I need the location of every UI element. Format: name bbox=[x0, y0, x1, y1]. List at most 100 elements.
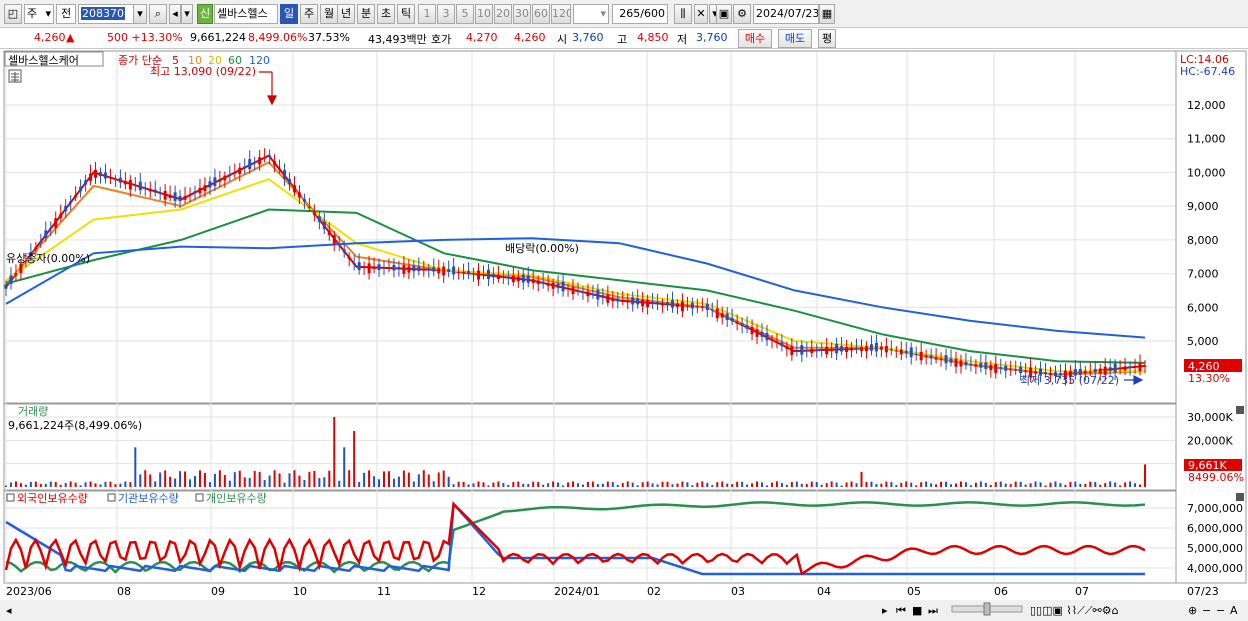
candle-body bbox=[840, 346, 844, 352]
crosshair-icon[interactable]: ✕ bbox=[694, 4, 708, 24]
volume-bar bbox=[139, 474, 142, 487]
interval-5[interactable]: 5 bbox=[456, 4, 474, 24]
volume-bar bbox=[44, 483, 47, 487]
volume-bar bbox=[387, 471, 390, 487]
zoom-out-icon[interactable]: − bbox=[1202, 604, 1211, 617]
candle-body bbox=[531, 279, 535, 283]
x-axis: 2023/06 08 09 10 11 12 2024/01 02 03 04 05 06 07 07/2… bbox=[6, 585, 1219, 598]
average-button[interactable]: 평 bbox=[818, 29, 836, 48]
zoom-in-icon[interactable]: ⊕ bbox=[1188, 604, 1197, 617]
candle-body bbox=[800, 345, 804, 355]
tab-minute[interactable]: 분 bbox=[357, 4, 375, 24]
candle-body bbox=[123, 180, 127, 185]
candle-body bbox=[1133, 366, 1137, 368]
tab-year[interactable]: 년 bbox=[337, 4, 355, 24]
tab-second[interactable]: 초 bbox=[377, 4, 395, 24]
candle-body bbox=[19, 263, 23, 274]
candle-body bbox=[651, 301, 655, 305]
calendar-icon[interactable]: ▦ bbox=[819, 4, 835, 24]
individual-legend: 개인보유수량 bbox=[206, 492, 267, 505]
candle-body bbox=[740, 323, 744, 327]
new-listing-badge[interactable]: 신 bbox=[197, 4, 213, 24]
stock-name-field[interactable]: 셀바스헬스 bbox=[214, 4, 278, 24]
search-icon[interactable]: ⌕ bbox=[149, 4, 167, 24]
volume-panel-close-icon[interactable] bbox=[1236, 406, 1244, 414]
chevron-down-icon[interactable]: ▾ bbox=[181, 4, 193, 24]
candle-body bbox=[641, 299, 645, 307]
institution-checkbox[interactable] bbox=[107, 493, 116, 502]
candle-body bbox=[412, 265, 416, 272]
prev-button[interactable]: 전 bbox=[56, 4, 76, 24]
candle-body bbox=[183, 195, 187, 200]
candle-body bbox=[163, 191, 167, 200]
volume-bar bbox=[174, 478, 177, 487]
tab-week[interactable]: 주 bbox=[300, 4, 318, 24]
first-page-icon[interactable]: ⏮ bbox=[896, 604, 906, 617]
holdings-panel-close-icon[interactable] bbox=[1236, 493, 1244, 501]
volume-bar bbox=[218, 470, 221, 487]
volume-bar bbox=[452, 484, 455, 487]
last-page-icon[interactable]: ⏭ bbox=[928, 604, 938, 617]
candle-body bbox=[869, 344, 873, 351]
volume-bar bbox=[870, 481, 873, 487]
candle-icon[interactable]: ⫼ bbox=[674, 4, 692, 24]
sell-button[interactable]: 매도 bbox=[778, 29, 812, 48]
price-tick-label: 12,000 bbox=[1187, 99, 1226, 112]
candle-body bbox=[954, 358, 958, 367]
candle-body bbox=[1088, 371, 1092, 373]
date-input[interactable]: 2024/07/23 bbox=[753, 4, 819, 24]
volume-bar bbox=[34, 481, 37, 487]
tab-month[interactable]: 월 bbox=[320, 4, 338, 24]
interval-30[interactable]: 30 bbox=[513, 4, 531, 24]
volume-bar bbox=[950, 484, 953, 487]
scroll-right-icon[interactable]: ▸ bbox=[882, 604, 888, 617]
candle-body bbox=[984, 362, 988, 370]
code-dropdown-icon[interactable]: ▾ bbox=[133, 4, 147, 24]
candle-body bbox=[422, 268, 426, 271]
speaker-icon[interactable]: ◂ bbox=[169, 4, 181, 24]
gear-icon[interactable]: ⚙ bbox=[733, 4, 751, 24]
candle-body bbox=[516, 277, 520, 282]
zoom-slider-handle[interactable] bbox=[983, 602, 991, 616]
volume-bar bbox=[472, 483, 475, 487]
tab-day[interactable]: 일 bbox=[280, 4, 298, 24]
stock-code-input[interactable]: 208370 bbox=[78, 4, 138, 24]
tab-tick[interactable]: 틱 bbox=[397, 4, 415, 24]
individual-checkbox[interactable] bbox=[195, 493, 204, 502]
price-change: 500 +13.30% bbox=[107, 31, 183, 44]
volume-bar bbox=[1144, 464, 1146, 487]
chart-canvas[interactable]: 셀바스헬스케어 종가 단순 5 10 20 60 120 최고 13,090 (… bbox=[0, 50, 1248, 621]
volume-ratio: 8,499.06% bbox=[248, 31, 308, 44]
buy-button[interactable]: 매수 bbox=[738, 29, 772, 48]
window-menu-icon[interactable]: ◰ bbox=[4, 4, 22, 24]
volume-bar bbox=[661, 481, 664, 487]
candle-body bbox=[805, 349, 809, 352]
tool-icons[interactable]: ▯▯◫▣ ⌇⌇⟋⟋⚯⚙⌂ bbox=[1030, 604, 1119, 617]
candle-body bbox=[850, 347, 854, 351]
interval-3[interactable]: 3 bbox=[437, 4, 455, 24]
interval-60[interactable]: 60 bbox=[532, 4, 550, 24]
holdings-tick-label: 6,000,000 bbox=[1187, 522, 1243, 535]
x-tick-label: 03 bbox=[731, 585, 745, 598]
save-icon[interactable]: ▣ bbox=[716, 4, 732, 24]
font-size-icon[interactable]: A bbox=[1230, 604, 1238, 617]
scroll-left-icon[interactable]: ◂ bbox=[6, 604, 12, 617]
price-tick-label: 10,000 bbox=[1187, 166, 1226, 179]
candle-body bbox=[944, 355, 948, 364]
interval-120[interactable]: 120 bbox=[551, 4, 571, 24]
interval-20[interactable]: 20 bbox=[494, 4, 512, 24]
interval-10[interactable]: 10 bbox=[475, 4, 493, 24]
interval-1[interactable]: 1 bbox=[418, 4, 436, 24]
stop-icon[interactable]: ■ bbox=[912, 604, 922, 617]
interval-custom-input[interactable]: ▾ bbox=[573, 4, 609, 24]
volume-bar bbox=[1124, 482, 1127, 487]
count-field[interactable]: 265/600 bbox=[612, 4, 668, 24]
candle-body bbox=[1019, 366, 1023, 374]
volume-bar bbox=[686, 482, 689, 487]
candle-body bbox=[352, 262, 356, 265]
reset-icon[interactable]: − bbox=[1216, 604, 1225, 617]
period-select[interactable]: 주 ▾ bbox=[24, 4, 54, 24]
foreign-checkbox[interactable] bbox=[6, 493, 15, 502]
candle-body bbox=[327, 230, 331, 236]
volume-bar bbox=[208, 482, 211, 487]
